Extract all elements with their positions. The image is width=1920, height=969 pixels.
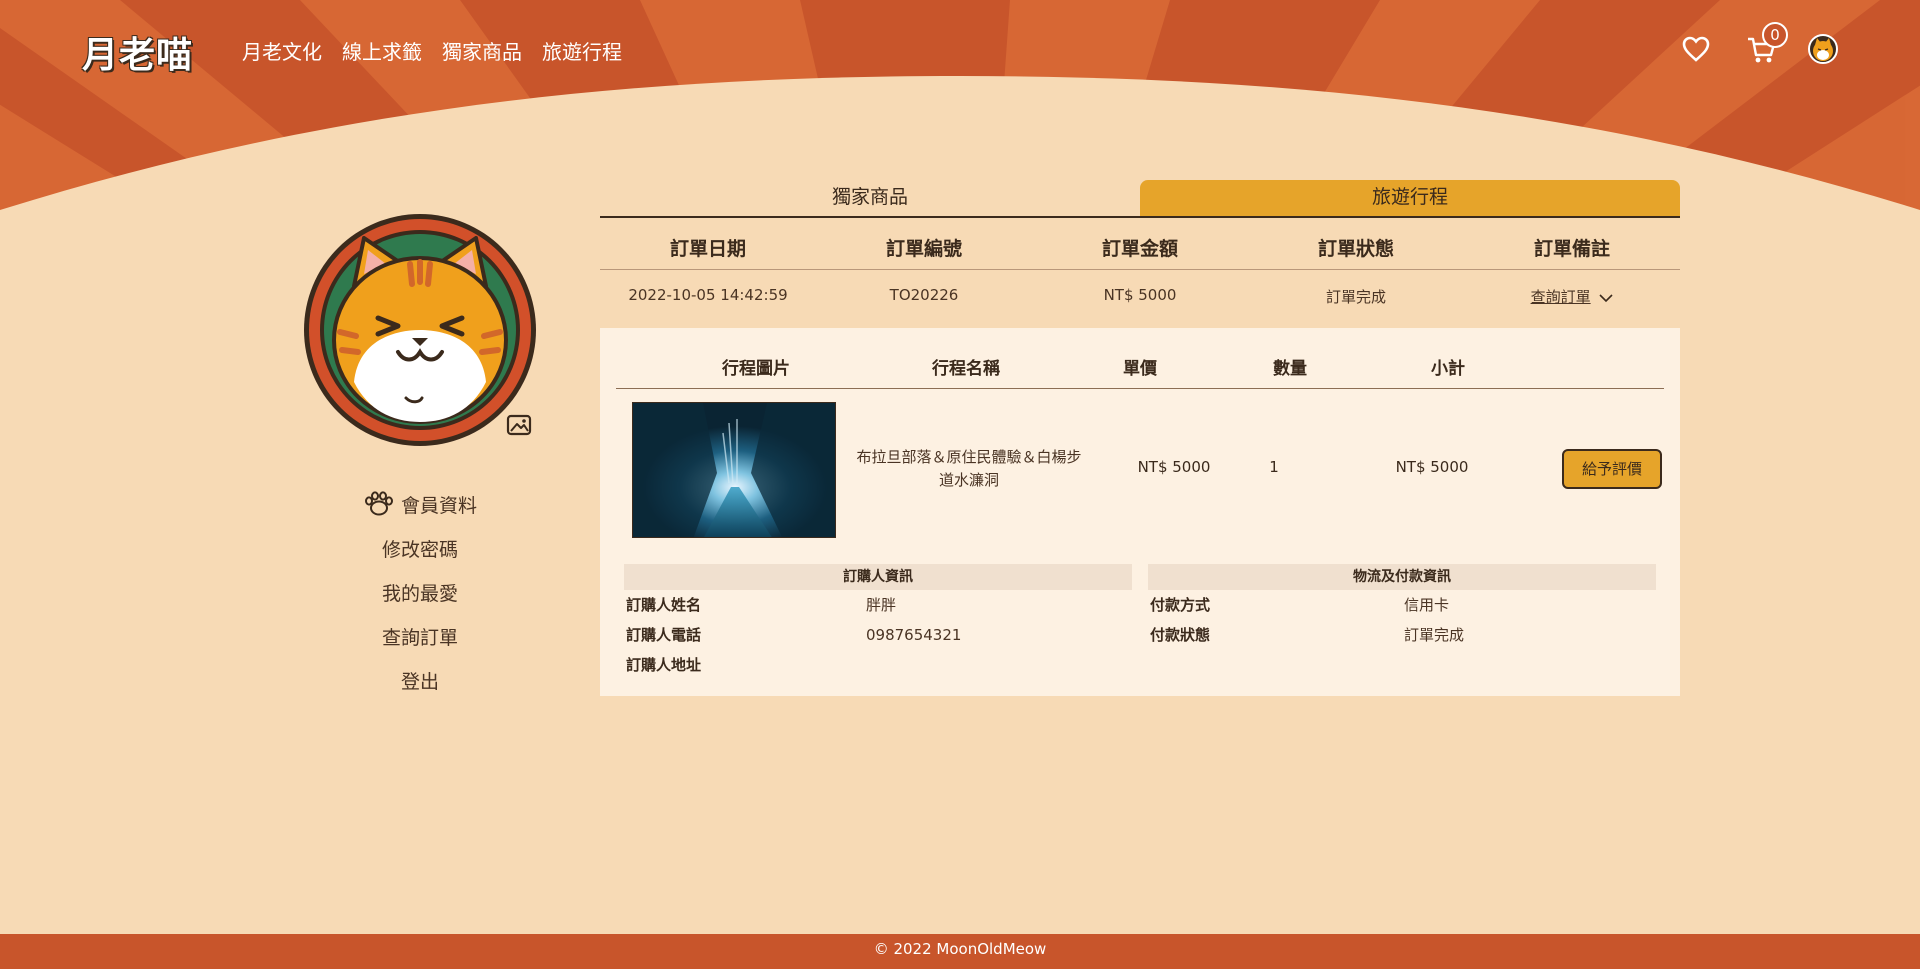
footer: © 2022 MoonOldMeow [0,934,1920,969]
payment-info-title: 物流及付款資訊 [1148,564,1656,590]
nav-item-fortune[interactable]: 線上求籤 [342,36,422,65]
user-avatar[interactable] [1808,34,1838,64]
unit-price: NT$ 5000 [1137,458,1211,476]
tour-name: 布拉旦部落＆原住民體驗＆白楊步道水濂洞 [856,448,1082,489]
nav-item-products[interactable]: 獨家商品 [442,36,522,65]
change-photo-button[interactable] [502,408,536,442]
payment-info: 物流及付款資訊 付款方式 信用卡 付款狀態 訂單完成 [1148,564,1656,650]
payment-status-label: 付款狀態 [1150,626,1211,644]
payment-method-value: 信用卡 [1404,596,1450,614]
subtotal: NT$ 5000 [1395,458,1469,476]
nav-item-tours[interactable]: 旅遊行程 [542,36,622,65]
buyer-row-name: 訂購人姓名 胖胖 [624,590,1132,620]
order-header-divider [600,269,1680,270]
tab-products[interactable]: 獨家商品 [600,180,1140,216]
sidebar-item-profile[interactable]: 會員資料 [320,482,520,526]
buyer-info: 訂購人資訊 訂購人姓名 胖胖 訂購人電話 0987654321 訂購人地址 [624,564,1132,680]
buyer-row-phone: 訂購人電話 0987654321 [624,620,1132,650]
detail-table-header: 行程圖片 行程名稱 單價 數量 小計 [616,354,1664,379]
tab-divider [600,216,1680,218]
buyer-address-label: 訂購人地址 [626,656,702,674]
buyer-phone-value: 0987654321 [866,626,962,644]
order-tabs: 獨家商品 旅遊行程 [600,180,1680,218]
nav-item-culture[interactable]: 月老文化 [242,36,322,65]
column-header-name: 行程名稱 [932,359,1000,379]
column-header-status: 訂單狀態 [1317,238,1394,260]
sidebar-item-orders[interactable]: 查詢訂單 [320,614,520,658]
quantity: 1 [1269,458,1279,476]
column-header-qty: 數量 [1273,359,1307,379]
chevron-down-icon [1599,293,1613,302]
payment-method-label: 付款方式 [1150,596,1211,614]
order-status: 訂單完成 [1325,288,1386,306]
column-header-subtotal: 小計 [1431,359,1465,379]
buyer-row-address: 訂購人地址 [624,650,1132,680]
member-sidebar: 會員資料 修改密碼 我的最愛 查詢訂單 登出 [320,482,520,702]
sidebar-item-logout[interactable]: 登出 [320,658,520,702]
payment-row-method: 付款方式 信用卡 [1148,590,1656,620]
column-header-number: 訂單編號 [885,238,962,260]
column-header-price: 單價 [1123,359,1157,379]
paw-icon [364,491,393,516]
review-button[interactable]: 給予評價 [1562,449,1662,489]
order-table-header: 訂單日期 訂單編號 訂單金額 訂單狀態 訂單備註 [600,234,1680,270]
column-header-date: 訂單日期 [669,238,746,260]
buyer-info-title: 訂購人資訊 [624,564,1132,590]
cart-count-badge: 0 [1762,22,1788,48]
tour-image [632,402,836,538]
order-date: 2022-10-05 14:42:59 [628,286,788,304]
order-amount: NT$ 5000 [1103,286,1177,304]
column-header-note: 訂單備註 [1533,238,1610,260]
tab-tours[interactable]: 旅遊行程 [1140,180,1680,216]
order-detail-panel: 行程圖片 行程名稱 單價 數量 小計 布拉旦部落＆原住民體驗＆白楊步道水濂洞 N… [600,328,1680,696]
sidebar-item-label: 會員資料 [400,494,477,517]
payment-row-status: 付款狀態 訂單完成 [1148,620,1656,650]
site-logo[interactable]: 月老喵 [82,26,193,78]
column-header-image: 行程圖片 [722,359,790,379]
buyer-name-label: 訂購人姓名 [626,596,702,614]
buyer-name-value: 胖胖 [866,596,897,614]
order-query-toggle[interactable]: 查詢訂單 [1464,286,1680,310]
detail-header-divider [616,388,1664,389]
image-icon [506,414,532,436]
sidebar-item-favorites[interactable]: 我的最愛 [320,570,520,614]
table-row: 2022-10-05 14:42:59 TO20226 NT$ 5000 訂單完… [600,286,1680,310]
main-nav: 月老文化 線上求籤 獨家商品 旅遊行程 [242,36,622,65]
top-navigation-bar: 月老喵 月老文化 線上求籤 獨家商品 旅遊行程 0 [0,0,1920,100]
payment-status-value: 訂單完成 [1404,626,1465,644]
order-number: TO20226 [889,286,959,304]
heart-icon[interactable] [1682,36,1710,62]
buyer-phone-label: 訂購人電話 [626,626,702,644]
column-header-amount: 訂單金額 [1101,238,1178,260]
sidebar-item-change-password[interactable]: 修改密碼 [320,526,520,570]
query-order-link[interactable]: 查詢訂單 [1531,288,1591,306]
